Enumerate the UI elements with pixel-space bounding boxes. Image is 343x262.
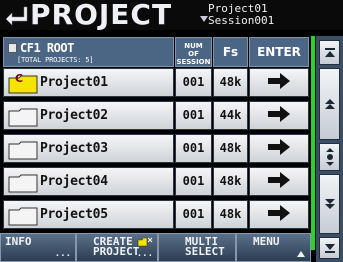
right-arrow-icon xyxy=(267,72,291,93)
title-dropdown-caret-icon xyxy=(200,16,208,22)
project-row[interactable]: C Project01 001 48k xyxy=(3,68,309,97)
sample-rate: 44k xyxy=(213,101,248,130)
session-count: 001 xyxy=(175,101,212,130)
project-name-cell[interactable]: Project03 xyxy=(3,134,174,163)
column-num-of-session: NUM OF SESSION xyxy=(175,37,212,67)
menu-up-arrow-icon xyxy=(297,251,305,257)
project-name-cell[interactable]: Project04 xyxy=(3,167,174,196)
scroll-indicator-bar xyxy=(311,36,315,250)
folder-icon xyxy=(8,207,38,226)
header: PROJECT Project01 Session001 xyxy=(0,0,343,30)
right-arrow-icon xyxy=(267,204,291,225)
sample-rate: 48k xyxy=(213,167,248,196)
total-projects-label: [TOTAL PROJECTS: 5] xyxy=(17,56,94,64)
menu-button-label: MENU xyxy=(253,235,280,248)
info-ellipsis: ... xyxy=(54,249,71,259)
column-num-line3: SESSION xyxy=(176,58,211,66)
menu-button[interactable]: MENU xyxy=(236,233,311,262)
project-screen: PROJECT Project01 Session001 CF1 ROOT [T… xyxy=(0,0,343,262)
right-arrow-icon xyxy=(267,171,291,192)
sample-rate: 48k xyxy=(213,200,248,229)
multi-button-line2: SELECT xyxy=(185,245,225,258)
info-button-label: INFO xyxy=(5,235,32,248)
project-name-cell[interactable]: Project05 xyxy=(3,200,174,229)
scroll-top-icon[interactable] xyxy=(319,40,340,65)
project-name: Project02 xyxy=(40,108,108,123)
session-count: 001 xyxy=(175,68,212,97)
current-marker: C xyxy=(15,72,24,85)
project-name: Project04 xyxy=(40,174,108,189)
folder-icon xyxy=(8,108,38,127)
column-fs: Fs xyxy=(213,37,248,67)
project-row[interactable]: Project04 001 48k xyxy=(3,167,309,196)
enter-button[interactable] xyxy=(249,167,309,196)
project-name: Project01 xyxy=(40,75,108,90)
enter-button[interactable] xyxy=(249,68,309,97)
session-count: 001 xyxy=(175,167,212,196)
project-name: Project03 xyxy=(40,141,108,156)
project-name: Project05 xyxy=(40,207,108,222)
project-name-cell[interactable]: C Project01 xyxy=(3,68,174,97)
back-arrow-icon[interactable] xyxy=(4,4,28,26)
multi-select-button[interactable]: MULTI SELECT xyxy=(158,233,236,262)
create-project-button[interactable]: CREATE PROJECT ... xyxy=(76,233,158,262)
scroll-position-icon[interactable] xyxy=(319,143,340,171)
create-ellipsis: ... xyxy=(136,249,153,259)
enter-button[interactable] xyxy=(249,101,309,130)
new-folder-icon xyxy=(137,237,153,249)
scrollbar[interactable] xyxy=(316,36,343,262)
page-title: PROJECT xyxy=(30,0,173,31)
enter-button[interactable] xyxy=(249,200,309,229)
session-count: 001 xyxy=(175,200,212,229)
sample-rate: 48k xyxy=(213,134,248,163)
folder-icon xyxy=(8,141,38,160)
right-arrow-icon xyxy=(267,105,291,126)
scroll-bottom-icon[interactable] xyxy=(319,237,340,259)
column-num-line1: NUM xyxy=(184,42,203,50)
project-row[interactable]: Project02 001 44k xyxy=(3,101,309,130)
right-arrow-icon xyxy=(267,138,291,159)
root-label: CF1 ROOT xyxy=(20,41,74,55)
function-bar: INFO ... CREATE PROJECT ... MULTI SELECT… xyxy=(0,233,316,262)
project-name-cell[interactable]: Project02 xyxy=(3,101,174,130)
info-button[interactable]: INFO ... xyxy=(0,233,76,262)
column-enter: ENTER xyxy=(249,37,309,67)
project-row[interactable]: Project05 001 48k xyxy=(3,200,309,229)
session-count: 001 xyxy=(175,134,212,163)
sample-rate: 48k xyxy=(213,68,248,97)
enter-button[interactable] xyxy=(249,134,309,163)
folder-icon xyxy=(8,174,38,193)
scroll-down-icon[interactable] xyxy=(319,174,340,234)
current-project-info: Project01 Session001 xyxy=(208,3,274,27)
root-header[interactable]: CF1 ROOT [TOTAL PROJECTS: 5] xyxy=(3,37,174,67)
project-row[interactable]: Project03 001 48k xyxy=(3,134,309,163)
column-num-line2: OF xyxy=(188,50,199,58)
current-session-name: Session001 xyxy=(208,14,275,27)
cf-card-icon xyxy=(8,43,17,53)
scroll-up-icon[interactable] xyxy=(319,68,340,140)
